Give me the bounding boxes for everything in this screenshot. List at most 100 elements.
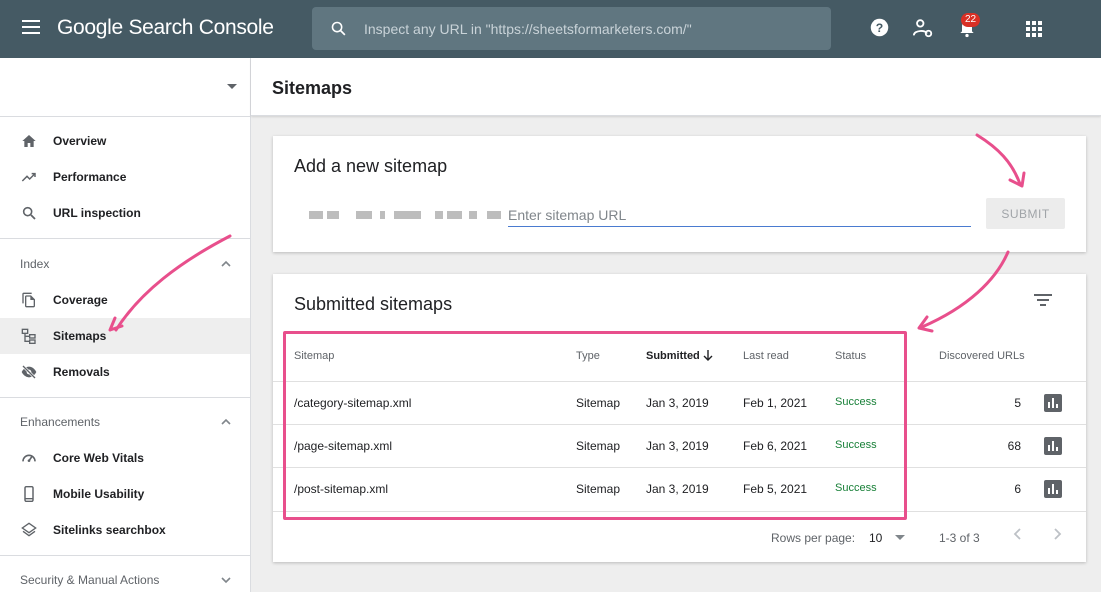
pagination-range: 1-3 of 3 [939, 531, 980, 545]
sidebar-item-label: Sitelinks searchbox [53, 523, 166, 537]
page-title: Sitemaps [272, 78, 353, 98]
column-header-status[interactable]: Status [835, 350, 866, 362]
section-enhancements-header[interactable]: Enhancements [0, 407, 250, 437]
sidebar-item-label: Coverage [53, 293, 108, 307]
sitemap-path: /category-sitemap.xml [294, 396, 412, 410]
sitemap-path: /page-sitemap.xml [294, 439, 393, 453]
column-header-discovered-urls[interactable]: Discovered URLs [939, 350, 1025, 362]
visibility-off-icon [21, 365, 37, 379]
chevron-left-icon[interactable] [1011, 527, 1025, 541]
table-row[interactable]: /category-sitemap.xml Sitemap Jan 3, 201… [273, 381, 1086, 424]
section-label: Enhancements [20, 415, 101, 429]
rows-per-page-select[interactable]: 10 [869, 531, 882, 545]
add-sitemap-title: Add a new sitemap [294, 156, 448, 176]
sidebar-item-performance[interactable]: Performance [0, 159, 250, 195]
bar-chart-icon[interactable] [1044, 480, 1062, 498]
sidebar-item-mobile-usability[interactable]: Mobile Usability [0, 476, 250, 512]
filter-icon[interactable] [1033, 293, 1053, 307]
apps-grid-icon[interactable] [1026, 21, 1042, 37]
sitemap-type: Sitemap [576, 439, 621, 453]
add-sitemap-card: Add a new sitemap SUBMIT [273, 136, 1086, 252]
top-app-bar: Google Search Console ? 22 [0, 0, 1101, 58]
url-inspection-search[interactable] [312, 7, 831, 50]
copy-icon [22, 292, 35, 308]
table-row[interactable]: /page-sitemap.xml Sitemap Jan 3, 2019 Fe… [273, 424, 1086, 467]
trending-up-icon [21, 172, 36, 182]
notification-count-badge: 22 [961, 13, 980, 27]
status-badge: Success [835, 396, 877, 408]
bar-chart-icon[interactable] [1044, 394, 1062, 412]
submitted-sitemaps-card: Submitted sitemaps Sitemap Type Submitte… [273, 274, 1086, 562]
rows-per-page-label: Rows per page: [771, 531, 856, 545]
chevron-up-icon [221, 418, 231, 425]
section-security-header[interactable]: Security & Manual Actions [0, 565, 250, 592]
search-input[interactable] [364, 7, 814, 50]
column-header-submitted[interactable]: Submitted [646, 350, 700, 362]
page-header: Sitemaps [251, 58, 1101, 116]
sidebar-divider [0, 116, 250, 117]
discovered-urls-count: 68 [1007, 439, 1021, 453]
column-header-type[interactable]: Type [576, 350, 600, 362]
sitemap-icon [21, 328, 36, 344]
sidebar-item-label: Mobile Usability [53, 487, 145, 501]
status-badge: Success [835, 482, 877, 494]
help-icon[interactable]: ? [869, 17, 890, 38]
property-url-prefix [309, 211, 501, 221]
sitemap-type: Sitemap [576, 482, 621, 496]
account-settings-icon[interactable] [912, 17, 934, 39]
sidebar-divider [0, 238, 250, 239]
last-read-date: Feb 6, 2021 [743, 439, 808, 453]
submit-button[interactable]: SUBMIT [986, 198, 1065, 229]
sidebar-item-url-inspection[interactable]: URL inspection [0, 195, 250, 231]
sidebar-divider [0, 397, 250, 398]
home-icon [22, 135, 36, 147]
sitemap-type: Sitemap [576, 396, 621, 410]
table-pagination: Rows per page: 10 1-3 of 3 [273, 511, 1086, 562]
sidebar-item-core-web-vitals[interactable]: Core Web Vitals [0, 440, 250, 476]
section-label: Security & Manual Actions [20, 573, 160, 587]
bar-chart-icon[interactable] [1044, 437, 1062, 455]
column-header-sitemap[interactable]: Sitemap [294, 350, 334, 362]
sidebar: Overview Performance URL inspection Inde… [0, 58, 251, 592]
last-read-date: Feb 1, 2021 [743, 396, 808, 410]
chevron-down-icon [221, 577, 231, 584]
discovered-urls-count: 5 [1014, 396, 1021, 410]
speed-icon [22, 454, 36, 462]
sidebar-item-label: Performance [53, 170, 127, 184]
search-icon [331, 21, 346, 36]
sidebar-item-label: Overview [53, 134, 107, 148]
section-label: Index [20, 257, 50, 271]
discovered-urls-count: 6 [1014, 482, 1021, 496]
search-icon [22, 206, 36, 220]
sitemap-url-input[interactable] [508, 203, 971, 227]
arrow-down-icon[interactable] [702, 349, 714, 361]
sidebar-item-removals[interactable]: Removals [0, 354, 250, 390]
dropdown-arrow-icon[interactable] [895, 535, 905, 540]
sidebar-divider [0, 555, 250, 556]
svg-text:?: ? [876, 21, 883, 35]
submitted-sitemaps-title: Submitted sitemaps [294, 294, 453, 314]
menu-icon[interactable] [22, 20, 40, 34]
section-index-header[interactable]: Index [0, 249, 250, 279]
sidebar-item-label: URL inspection [53, 206, 141, 220]
sidebar-item-sitelinks-searchbox[interactable]: Sitelinks searchbox [0, 512, 250, 548]
sidebar-item-label: Sitemaps [53, 329, 107, 343]
phone-icon [24, 486, 34, 502]
property-selector[interactable] [0, 58, 250, 116]
submitted-date: Jan 3, 2019 [646, 482, 709, 496]
app-title[interactable]: Google Search Console [57, 16, 274, 40]
chevron-up-icon [221, 260, 231, 267]
dropdown-arrow-icon [227, 84, 237, 89]
sidebar-item-overview[interactable]: Overview [0, 123, 250, 159]
chevron-right-icon[interactable] [1050, 527, 1064, 541]
sitemap-path: /post-sitemap.xml [294, 482, 389, 496]
submitted-date: Jan 3, 2019 [646, 439, 709, 453]
table-row[interactable]: /post-sitemap.xml Sitemap Jan 3, 2019 Fe… [273, 467, 1086, 510]
status-badge: Success [835, 439, 877, 451]
sidebar-item-label: Removals [53, 365, 110, 379]
last-read-date: Feb 5, 2021 [743, 482, 808, 496]
column-header-last-read[interactable]: Last read [743, 350, 789, 362]
sidebar-item-label: Core Web Vitals [53, 451, 144, 465]
sidebar-item-sitemaps[interactable]: Sitemaps [0, 318, 250, 354]
sidebar-item-coverage[interactable]: Coverage [0, 282, 250, 318]
